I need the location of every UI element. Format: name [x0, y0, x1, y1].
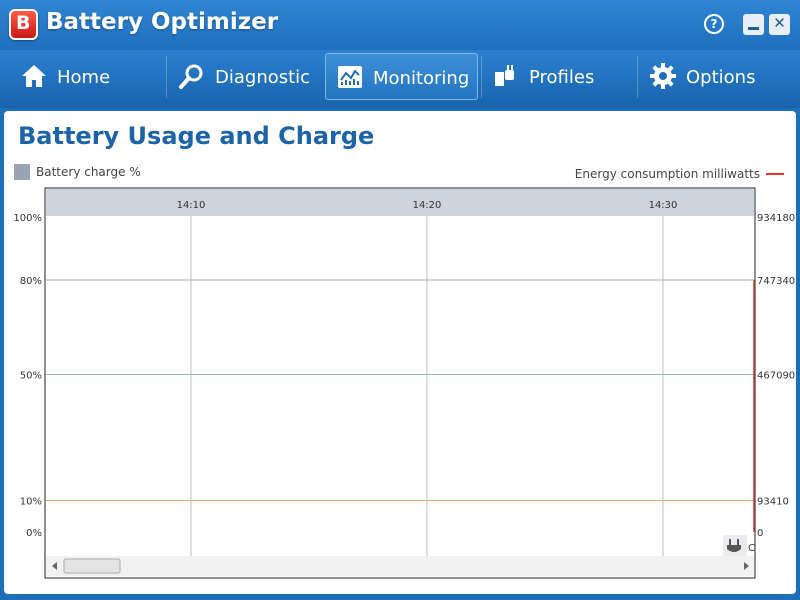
- y-left-tick-label: 80%: [20, 276, 42, 287]
- tab-diagnostic[interactable]: Diagnostic: [172, 50, 322, 102]
- tab-label: Monitoring: [373, 68, 470, 89]
- tab-monitoring[interactable]: Monitoring: [325, 53, 478, 100]
- y-left-tick-label: 100%: [13, 213, 42, 224]
- y-right-tick-label: 93410: [757, 497, 789, 508]
- y-right-tick-label: 0: [757, 528, 763, 539]
- app-logo-icon: B: [9, 9, 38, 40]
- y-left-tick-label: 0%: [26, 528, 42, 539]
- y-right-tick-label: 747340: [757, 276, 795, 287]
- main-nav: Home Diagnostic Monitoring Profiles Opti…: [0, 50, 800, 108]
- plot-frame: [44, 187, 756, 579]
- tab-label: Diagnostic: [215, 67, 311, 88]
- x-tick-label: 14:10: [177, 200, 206, 211]
- plug-icon: [495, 65, 514, 86]
- close-button[interactable]: ✕: [769, 14, 790, 35]
- monitor-chart-icon: [338, 66, 362, 88]
- title-bar: B Battery Optimizer ? ✕: [0, 0, 800, 50]
- gear-icon: [650, 63, 676, 89]
- tab-profiles[interactable]: Profiles: [486, 50, 634, 102]
- y-right-tick-label: 467090: [757, 371, 795, 382]
- minimize-button[interactable]: [743, 14, 764, 35]
- magnifier-icon: [179, 64, 203, 89]
- scrollbar-thumb[interactable]: [63, 558, 121, 574]
- x-tick-label: 14:30: [649, 200, 678, 211]
- horizontal-scrollbar[interactable]: [46, 556, 754, 576]
- tab-home[interactable]: Home: [14, 50, 164, 102]
- usage-chart: 14:10 14:20 14:30 100% 934180 80% 747340 50% 467…: [13, 187, 795, 579]
- content-panel: Battery Usage and Charge Battery charge …: [4, 111, 796, 594]
- tab-label: Options: [686, 67, 756, 88]
- tab-label: Home: [57, 67, 111, 88]
- help-button[interactable]: ?: [704, 14, 724, 34]
- tab-label: Profiles: [529, 67, 595, 88]
- y-left-tick-label: 10%: [20, 497, 42, 508]
- tab-options[interactable]: Options: [643, 50, 793, 102]
- home-icon: [22, 65, 46, 87]
- x-tick-label: 14:20: [413, 200, 442, 211]
- y-left-tick-label: 50%: [20, 371, 42, 382]
- y-right-tick-label: 934180: [757, 213, 795, 224]
- charging-indicator-letter: C: [748, 543, 755, 554]
- app-title: Battery Optimizer: [46, 9, 279, 35]
